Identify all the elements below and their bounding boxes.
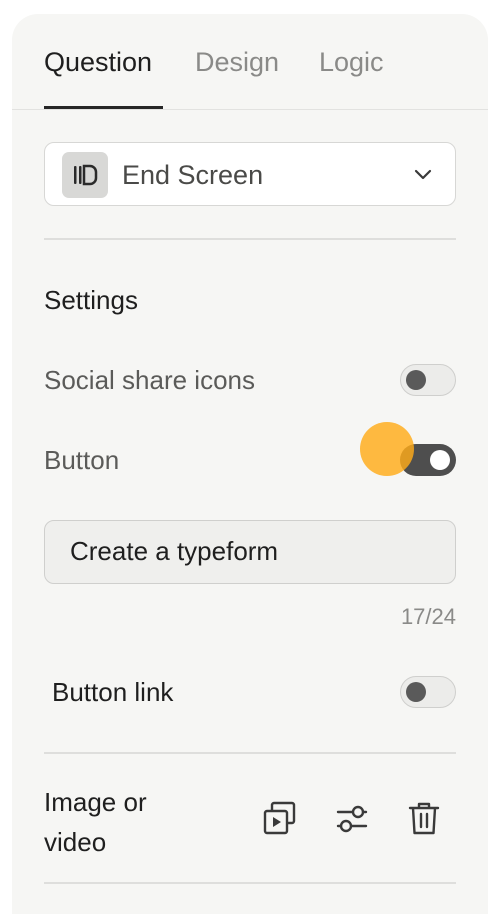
click-highlight xyxy=(360,422,414,476)
divider xyxy=(44,882,456,884)
social-share-toggle[interactable] xyxy=(400,364,456,396)
toggle-knob xyxy=(406,369,426,390)
chevron-down-icon xyxy=(414,169,432,180)
image-or-video-label-line1: Image or xyxy=(44,787,147,817)
button-label: Button xyxy=(44,445,120,475)
tab-logic[interactable]: Logic xyxy=(319,47,384,78)
tab-question[interactable]: Question xyxy=(44,47,152,78)
character-counter: 17/24 xyxy=(400,604,456,629)
tab-design[interactable]: Design xyxy=(195,47,279,78)
button-link-label: Button link xyxy=(52,677,174,707)
settings-heading: Settings xyxy=(44,285,138,315)
toggle-knob xyxy=(406,681,426,702)
question-type-select[interactable]: End Screen xyxy=(44,142,456,206)
toggle-knob xyxy=(430,450,450,470)
image-or-video-label-line2: video xyxy=(44,827,107,857)
image-or-video-label: Image or video xyxy=(44,782,147,862)
divider xyxy=(44,752,456,754)
trash-icon[interactable] xyxy=(404,799,444,839)
question-type-label: End Screen xyxy=(122,160,264,190)
adjust-sliders-icon[interactable] xyxy=(332,799,372,839)
question-settings-panel: Question Design Logic End Screen Setting… xyxy=(12,14,488,914)
social-share-label: Social share icons xyxy=(44,365,255,395)
active-tab-indicator xyxy=(44,106,163,109)
button-text-input[interactable]: Create a typeform xyxy=(44,520,456,584)
button-link-toggle[interactable] xyxy=(400,676,456,708)
end-screen-icon xyxy=(62,152,108,198)
divider xyxy=(44,238,456,240)
media-gallery-icon[interactable] xyxy=(260,799,300,839)
tab-bar: Question Design Logic xyxy=(12,14,488,110)
